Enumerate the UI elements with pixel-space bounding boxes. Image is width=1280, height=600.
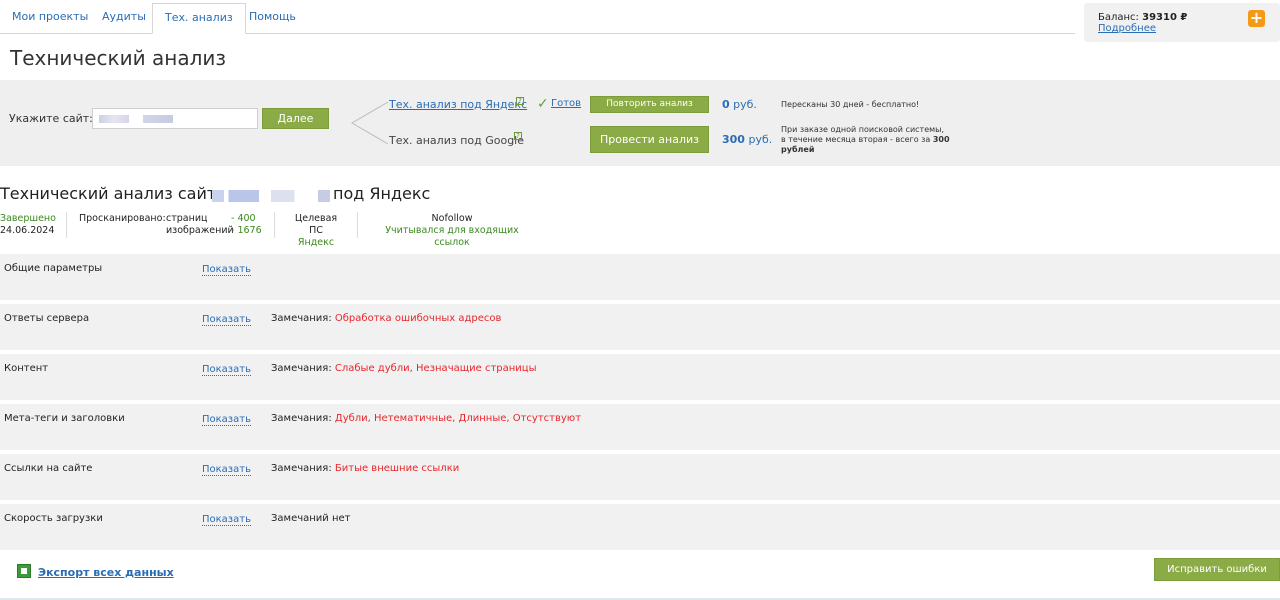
google-price-value: 300: [722, 133, 745, 146]
export-all-data-link[interactable]: Экспорт всех данных: [38, 566, 174, 579]
scanned-labels: страниц изображений: [166, 213, 234, 237]
remarks-text: Слабые дубли, Незначащие страницы: [334, 363, 537, 374]
show-link[interactable]: Показать: [202, 364, 251, 376]
section-name: Скорость загрузки: [4, 513, 103, 524]
section-content: Контент Показать Замечания: Слабые дубли…: [0, 354, 1280, 400]
section-meta-tags: Мета-теги и заголовки Показать Замечания…: [0, 404, 1280, 450]
status-date: 24.06.2024: [0, 225, 55, 236]
yandex-note: Пересканы 30 дней - бесплатно!: [781, 100, 920, 109]
show-link[interactable]: Показать: [202, 464, 251, 476]
section-server-responses: Ответы сервера Показать Замечания: Обраб…: [0, 304, 1280, 350]
section-remarks: Замечания: Битые внешние ссылки: [271, 463, 459, 474]
remarks-label: Замечания:: [271, 363, 332, 374]
section-name: Контент: [4, 363, 49, 374]
tab-tech-analysis[interactable]: Тех. анализ: [152, 3, 246, 34]
repeat-analysis-button[interactable]: Повторить анализ: [590, 96, 709, 113]
blurred-site-part-2: [143, 115, 173, 123]
section-links: Ссылки на сайте Показать Замечания: Биты…: [0, 454, 1280, 500]
status-block: Завершено 24.06.2024: [0, 213, 56, 237]
remarks-label: Замечания:: [271, 463, 332, 474]
yandex-price-value: 0: [722, 98, 730, 111]
section-remarks: Замечания: Дубли, Нетематичные, Длинные,…: [271, 413, 581, 424]
tab-audits[interactable]: Аудиты: [90, 3, 158, 34]
google-note-line-1: При заказе одной поисковой системы,: [781, 125, 945, 134]
run-analysis-button[interactable]: Провести анализ: [590, 126, 709, 153]
analysis-panel: Укажите сайт: Далее Тех. анализ под Янде…: [0, 80, 1280, 166]
show-link[interactable]: Показать: [202, 414, 251, 426]
tab-my-projects[interactable]: Мои проекты: [0, 3, 100, 34]
google-note-line-2: в течение месяца вторая - всего за 300 р…: [781, 135, 951, 155]
page-title: Технический анализ: [10, 46, 226, 70]
bracket-connector: [351, 101, 389, 145]
remarks-text: Дубли, Нетематичные, Длинные, Отсутствую…: [334, 413, 582, 424]
google-price: 300 руб.: [722, 133, 772, 146]
divider: [66, 212, 67, 238]
remarks-text: Битые внешние ссылки: [334, 463, 460, 474]
images-label: изображений: [166, 225, 234, 236]
remarks-label: Замечания:: [271, 413, 332, 424]
show-link[interactable]: Показать: [202, 514, 251, 526]
images-value: - 1676: [231, 225, 262, 236]
results-title-suffix: под Яндекс: [333, 184, 431, 203]
balance-box: Баланс: 39310 ₽ Подробнее +: [1084, 3, 1280, 42]
results-title: Технический анализ сайта: [0, 184, 226, 203]
site-label: Укажите сайт:: [9, 112, 93, 125]
blurred-site-part-1: [99, 115, 129, 123]
nofollow-block: Nofollow Учитывался для входящих ссылок: [366, 213, 538, 249]
section-name: Мета-теги и заголовки: [4, 413, 125, 424]
section-load-speed: Скорость загрузки Показать Замечаний нет: [0, 504, 1280, 550]
section-general: Общие параметры Показать: [0, 254, 1280, 300]
balance-amount: 39310 ₽: [1142, 12, 1188, 23]
status-text: Завершено: [0, 213, 56, 224]
google-analysis-link[interactable]: Тех. анализ под Google: [389, 134, 524, 147]
excel-icon[interactable]: [17, 564, 31, 578]
help-icon[interactable]: ?: [516, 97, 524, 105]
divider: [357, 212, 358, 238]
pages-label: страниц: [166, 213, 208, 224]
target-label: Целевая ПС: [294, 213, 338, 236]
top-tabs: Мои проекты Аудиты Тех. анализ Помощь: [0, 3, 1075, 34]
next-button[interactable]: Далее: [262, 108, 329, 129]
yandex-analysis-link[interactable]: Тех. анализ под Яндекс: [389, 98, 527, 111]
target-block: Целевая ПС Яндекс: [287, 213, 345, 249]
google-note-line-2-text: в течение месяца вторая - всего за: [781, 135, 933, 144]
fix-errors-button[interactable]: Исправить ошибки: [1154, 558, 1280, 581]
yandex-price-unit: руб.: [729, 98, 757, 111]
balance-caption: Баланс:: [1098, 12, 1139, 23]
yandex-price: 0 руб.: [722, 98, 757, 111]
section-name: Ссылки на сайте: [4, 463, 93, 474]
site-input[interactable]: [92, 108, 258, 129]
google-note: При заказе одной поисковой системы, в те…: [781, 125, 951, 155]
help-icon[interactable]: ?: [514, 132, 522, 140]
scanned-label: Просканировано:: [79, 213, 166, 224]
balance-details-link[interactable]: Подробнее: [1098, 23, 1156, 34]
blurred-site-name: [212, 190, 330, 202]
remarks-text: Обработка ошибочных адресов: [334, 313, 502, 324]
nofollow-label: Nofollow: [431, 213, 473, 224]
check-icon: ✓: [537, 96, 549, 112]
balance-label: Баланс: 39310 ₽: [1098, 12, 1187, 23]
ready-link[interactable]: Готов: [551, 98, 581, 109]
no-remarks-text: Замечаний нет: [271, 513, 351, 524]
tab-help[interactable]: Помощь: [237, 3, 308, 34]
google-price-unit: руб.: [744, 133, 773, 146]
add-funds-button[interactable]: +: [1248, 10, 1265, 27]
section-remarks: Замечания: Слабые дубли, Незначащие стра…: [271, 363, 537, 374]
remarks-label: Замечания:: [271, 313, 332, 324]
target-value: Яндекс: [297, 237, 335, 248]
section-remarks: Замечания: Обработка ошибочных адресов: [271, 313, 501, 324]
show-link[interactable]: Показать: [202, 314, 251, 326]
nofollow-value: Учитывался для входящих ссылок: [385, 225, 519, 248]
section-name: Ответы сервера: [4, 313, 90, 324]
divider: [274, 212, 275, 238]
scanned-values: - 400 - 1676: [231, 213, 262, 237]
pages-value: - 400: [231, 213, 256, 224]
show-link[interactable]: Показать: [202, 264, 251, 276]
section-name: Общие параметры: [4, 263, 103, 274]
